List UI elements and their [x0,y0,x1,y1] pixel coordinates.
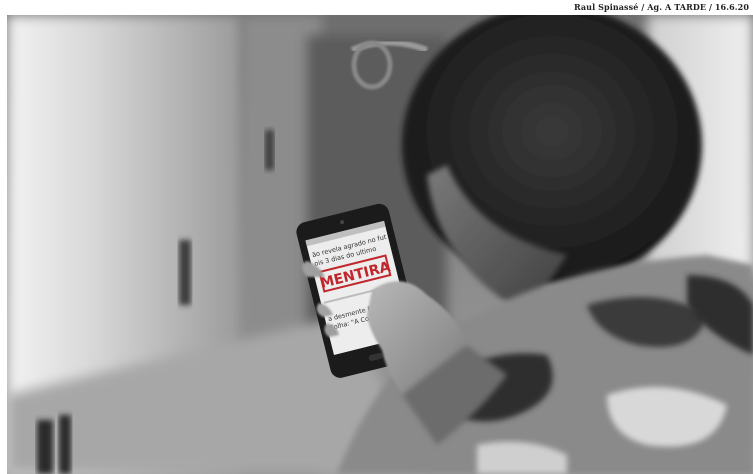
photo-credit: Raul Spinassé / Ag. A TARDE / 16.6.20 [573,2,749,12]
news-photo: ão revela agrado no fut ois 3 dias do ul… [7,15,753,474]
